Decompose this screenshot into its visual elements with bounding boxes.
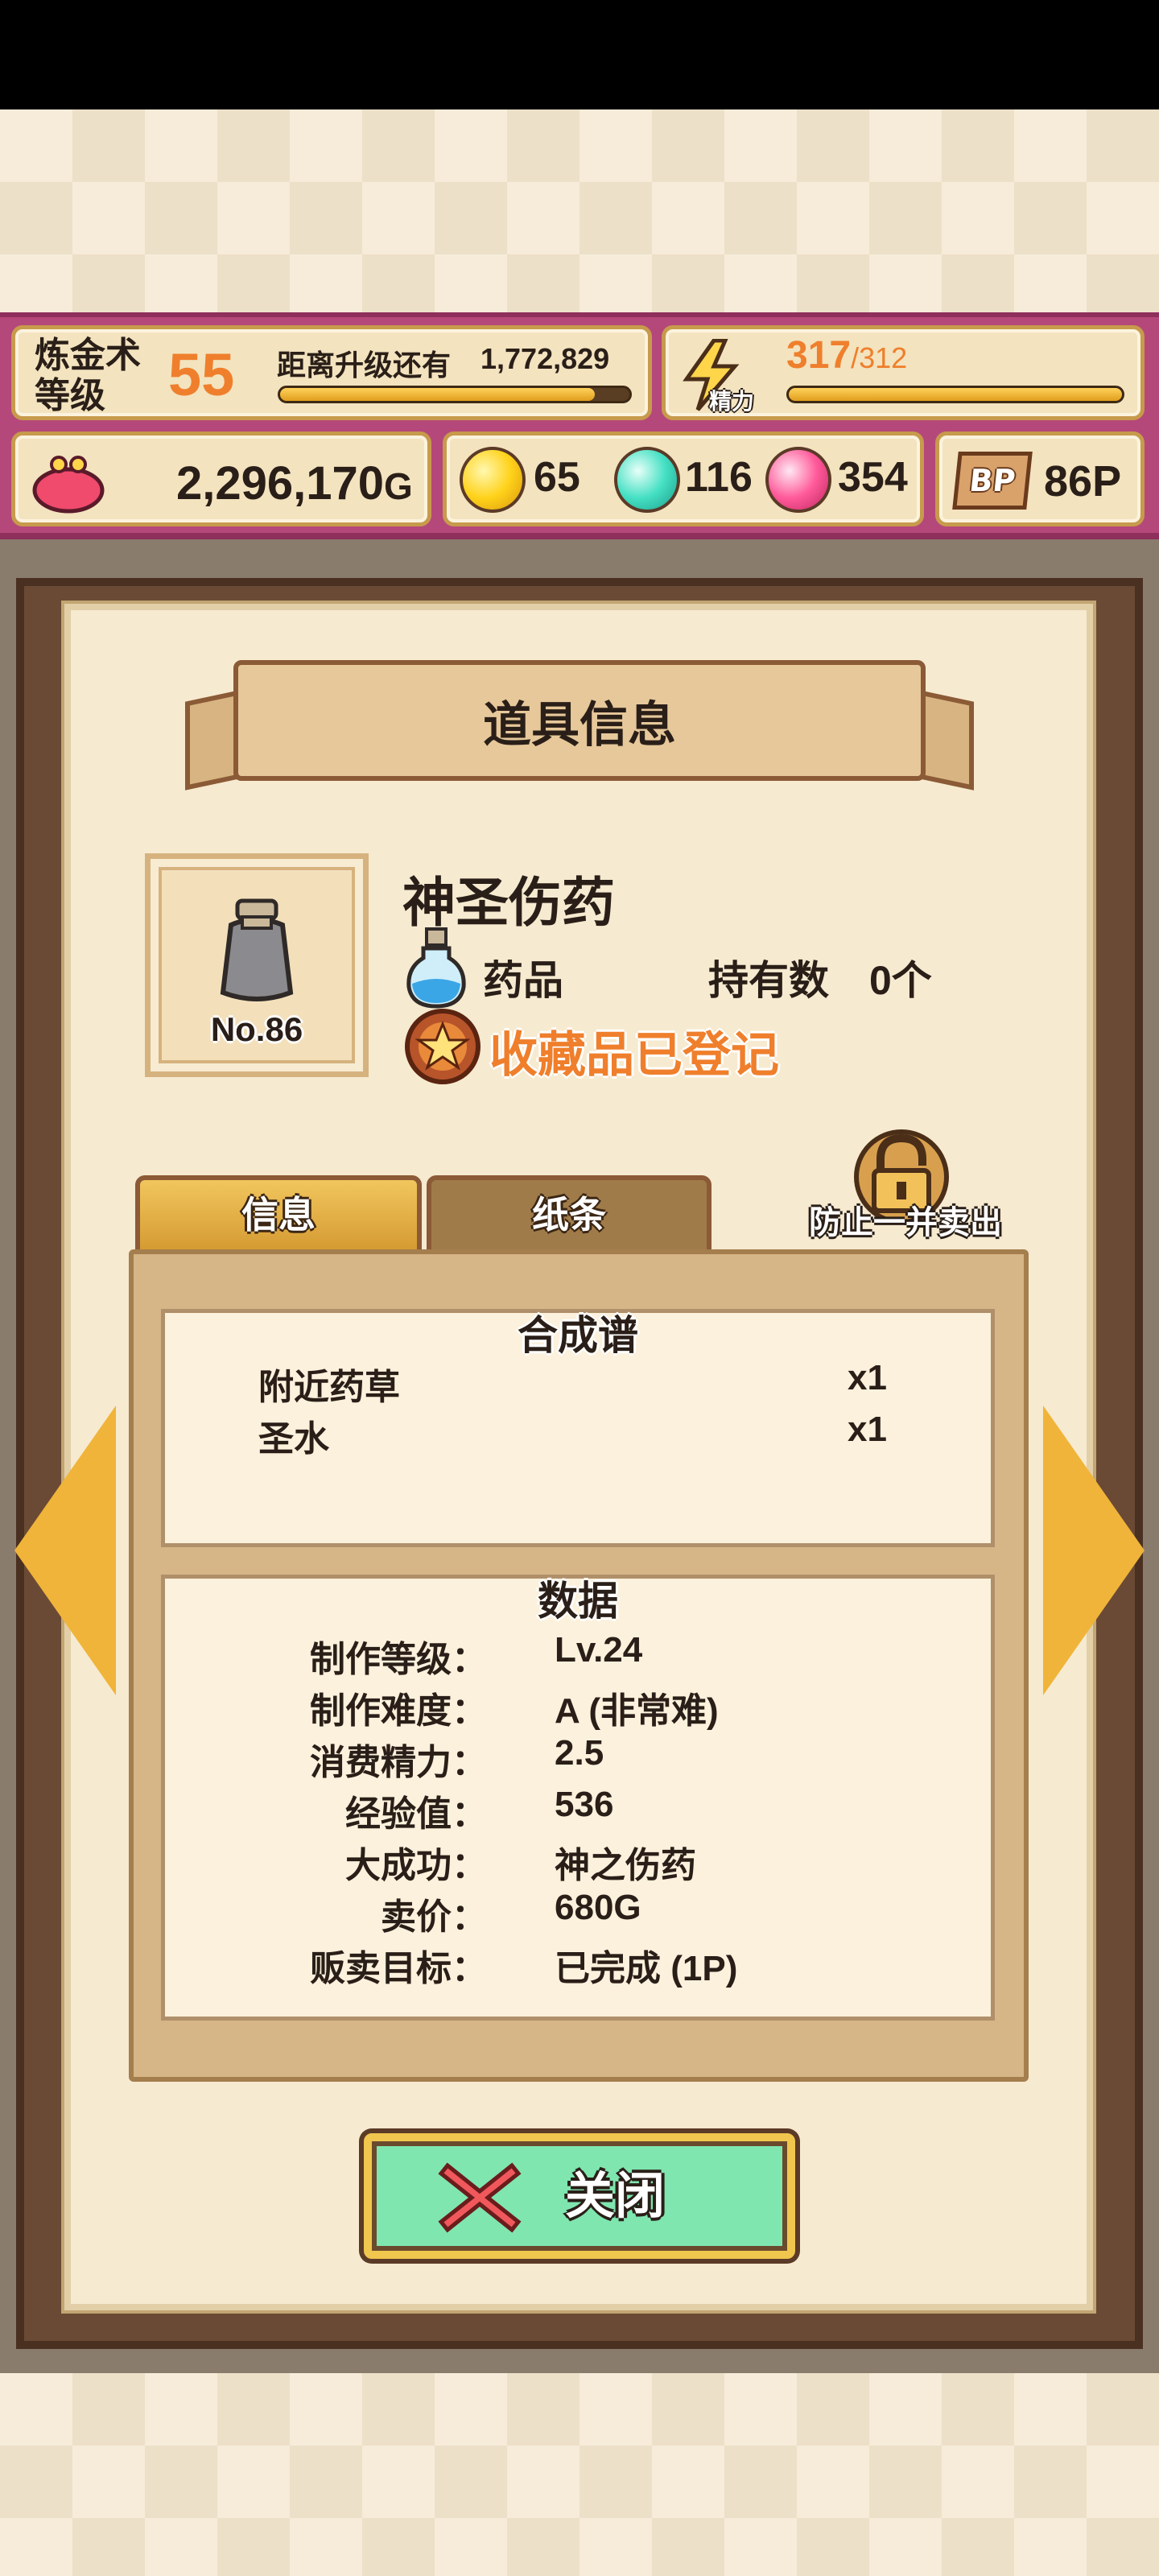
energy-max: /312 bbox=[851, 341, 908, 374]
data-title: 数据 bbox=[538, 1578, 618, 1624]
collection-medal-icon bbox=[405, 1009, 481, 1084]
level-progress-fill bbox=[280, 388, 595, 401]
ingredient-qty: x1 bbox=[848, 1410, 887, 1449]
data-value: 536 bbox=[555, 1785, 614, 1824]
owned-value: 0个 bbox=[869, 958, 932, 1003]
gold-value: 2,296,170 bbox=[176, 457, 385, 510]
energy-panel: 精力 317/312 bbox=[662, 325, 1145, 420]
item-portrait: No.86 bbox=[145, 853, 369, 1077]
background-pattern-top bbox=[0, 109, 1159, 314]
data-value: 680G bbox=[555, 1888, 641, 1927]
potion-icon bbox=[406, 927, 466, 1009]
gold-unit: G bbox=[384, 465, 413, 507]
data-label: 卖价： bbox=[381, 1897, 487, 1937]
alchemy-label-line1: 炼金术 bbox=[35, 336, 141, 375]
sack-item-icon bbox=[220, 898, 294, 1001]
owned-label: 持有数 bbox=[708, 958, 829, 1003]
close-label: 关闭 bbox=[565, 2166, 666, 2225]
pink-gem-count: 354 bbox=[838, 454, 908, 501]
teal-gem-count: 116 bbox=[685, 454, 753, 501]
data-label: 消费精力： bbox=[310, 1743, 487, 1782]
level-progress-bar bbox=[278, 386, 632, 403]
item-number: No.86 bbox=[210, 1010, 303, 1048]
background-pattern-bottom bbox=[0, 2373, 1159, 2576]
prevent-bulk-sell-label[interactable]: 防止一并卖出 bbox=[797, 1196, 1014, 1243]
top-hud: 炼金术 等级 55 距离升级还有 1,772,829 精力 317/312 2,… bbox=[0, 312, 1159, 539]
data-value: 神之伤药 bbox=[555, 1846, 696, 1885]
yellow-gem-icon bbox=[460, 447, 526, 513]
dialog-title: 道具信息 bbox=[483, 698, 676, 752]
recipe-card: 合成谱 附近药草 x1 圣水 x1 bbox=[161, 1309, 995, 1547]
energy-progress-fill bbox=[789, 388, 1122, 401]
tab-info[interactable]: 信息 bbox=[135, 1175, 422, 1256]
energy-progress-bar bbox=[786, 386, 1124, 403]
data-label: 制作难度： bbox=[310, 1691, 487, 1731]
data-value: 已完成 (1P) bbox=[555, 1949, 738, 1988]
bp-icon: BP bbox=[952, 452, 1033, 510]
yellow-gem-count: 65 bbox=[534, 454, 580, 501]
banner-scroll: 道具信息 bbox=[233, 660, 926, 781]
data-label: 经验值： bbox=[345, 1794, 487, 1834]
recipe-title: 合成谱 bbox=[518, 1312, 638, 1359]
system-status-bar bbox=[0, 0, 1159, 109]
bp-points: 86P bbox=[1044, 457, 1122, 506]
collection-status: 收藏品已登记 bbox=[489, 1028, 779, 1082]
ingredient-name: 附近药草 bbox=[258, 1368, 400, 1407]
data-value: A (非常难) bbox=[555, 1691, 719, 1731]
next-item-arrow[interactable] bbox=[1043, 1406, 1145, 1695]
data-value: Lv.24 bbox=[555, 1630, 643, 1670]
item-category: 药品 bbox=[483, 958, 563, 1003]
pink-gem-icon bbox=[765, 447, 831, 513]
ingredient-qty: x1 bbox=[848, 1358, 887, 1397]
next-level-label: 距离升级还有 bbox=[277, 349, 452, 382]
teal-gem-icon bbox=[614, 447, 680, 513]
alchemy-label: 炼金术 等级 bbox=[35, 336, 141, 416]
data-card: 数据 制作等级： Lv.24 制作难度： A (非常难) 消费精力： 2.5 经… bbox=[161, 1575, 995, 2021]
alchemy-level-panel: 炼金术 等级 55 距离升级还有 1,772,829 bbox=[11, 325, 652, 420]
data-label: 贩卖目标： bbox=[310, 1949, 487, 1988]
purse-icon bbox=[32, 456, 105, 514]
data-label: 制作等级： bbox=[310, 1640, 487, 1679]
data-value: 2.5 bbox=[555, 1733, 604, 1773]
data-label: 大成功： bbox=[345, 1846, 487, 1885]
ingredient-name: 圣水 bbox=[258, 1419, 329, 1459]
exp-remaining: 1,772,829 bbox=[481, 342, 610, 375]
bp-panel[interactable]: BP 86P bbox=[935, 431, 1145, 526]
close-x-icon bbox=[438, 2162, 522, 2233]
previous-item-arrow[interactable] bbox=[14, 1406, 116, 1695]
gems-panel[interactable]: 65 116 354 bbox=[443, 431, 924, 526]
energy-value: 317/312 bbox=[786, 332, 907, 378]
energy-label: 精力 bbox=[709, 388, 755, 415]
energy-current: 317 bbox=[786, 334, 852, 377]
alchemy-level-value: 55 bbox=[168, 341, 235, 408]
tab-note[interactable]: 纸条 bbox=[427, 1175, 711, 1256]
gold-amount: 2,296,170G bbox=[176, 456, 413, 510]
alchemy-label-line2: 等级 bbox=[35, 376, 105, 415]
gold-panel[interactable]: 2,296,170G bbox=[11, 431, 431, 526]
title-banner: 道具信息 bbox=[185, 660, 974, 797]
close-button[interactable]: 关闭 bbox=[364, 2133, 795, 2259]
